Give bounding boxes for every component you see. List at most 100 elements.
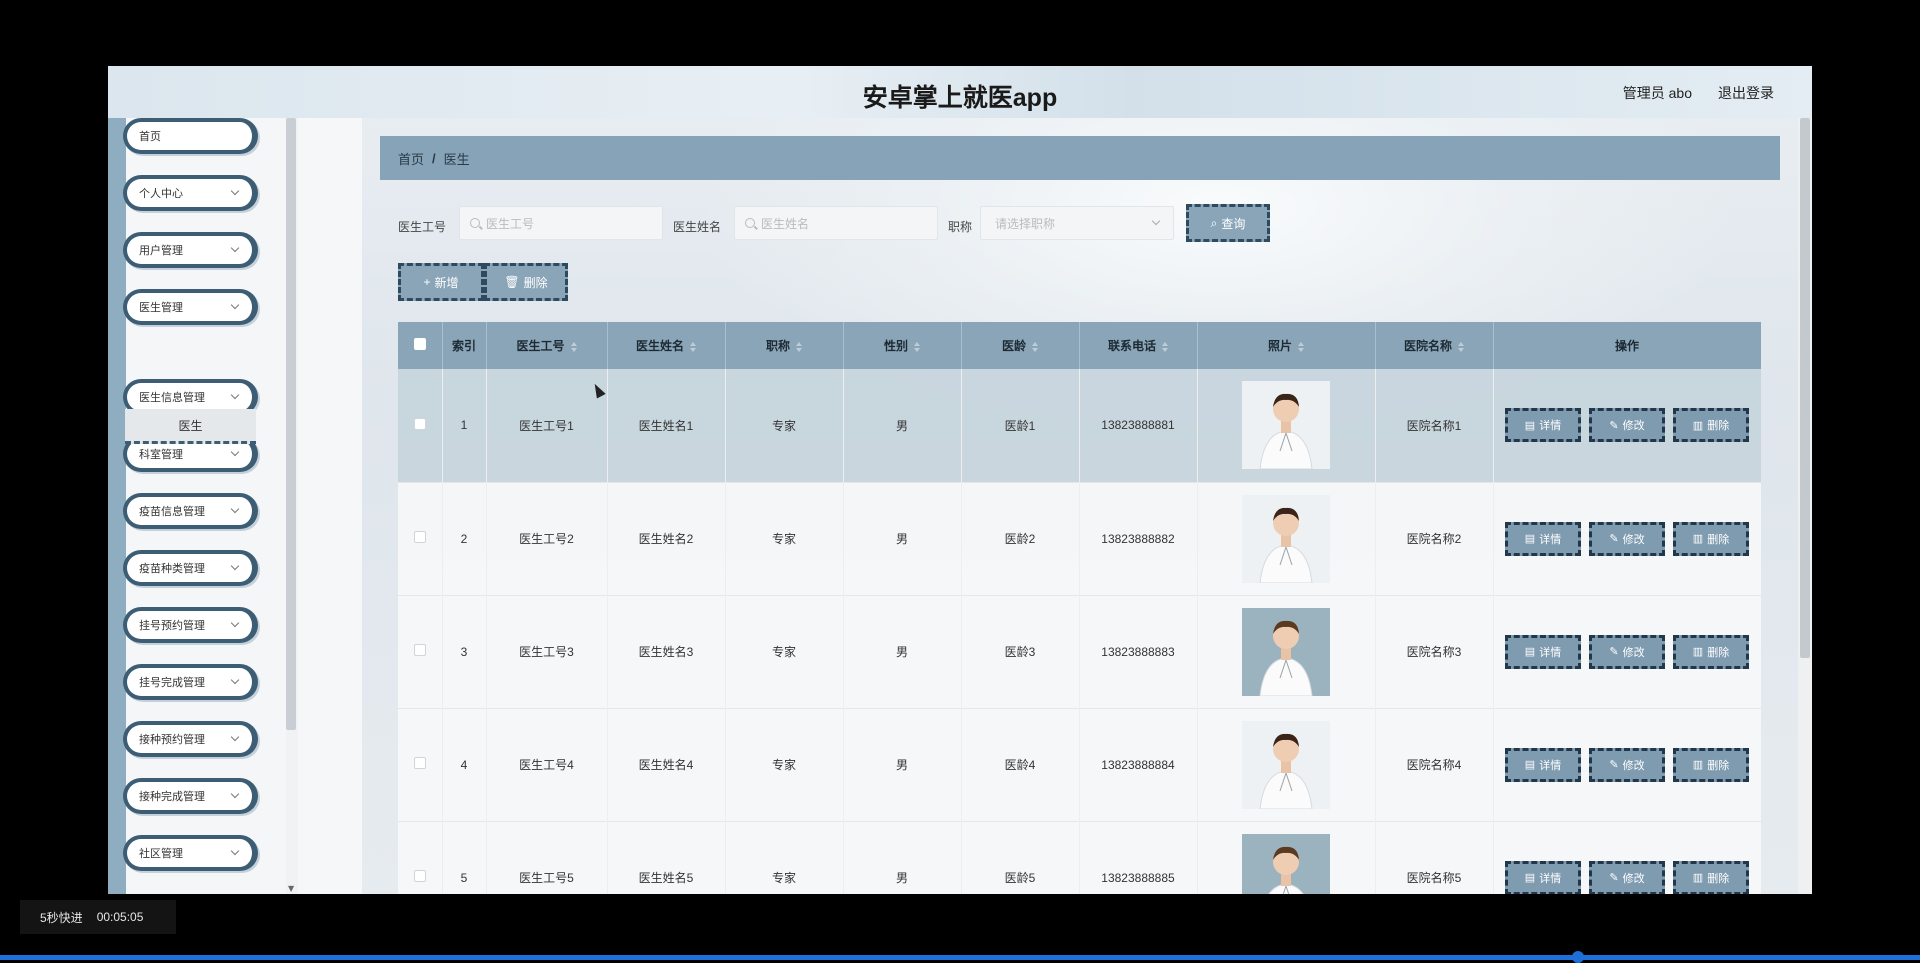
detail-button[interactable]: ▤ 详情 (1505, 521, 1581, 556)
phone-cell: 13823888885 (1079, 821, 1198, 894)
delete-button[interactable]: ▥ 删除 (1673, 408, 1749, 443)
doctor-photo[interactable] (1242, 833, 1330, 894)
content-gutter (298, 118, 362, 894)
column-header[interactable]: 照片 (1197, 322, 1376, 369)
detail-button[interactable]: ▤ 详情 (1505, 408, 1581, 443)
add-button[interactable]: + 新增 (398, 263, 484, 301)
title-cell: 专家 (725, 482, 844, 595)
current-user: 管理员 abo (1622, 85, 1692, 101)
edit-button[interactable]: ✎ 修改 (1589, 747, 1665, 782)
row-checkbox[interactable] (413, 417, 426, 430)
main-scrollbar-thumb[interactable] (1800, 118, 1810, 658)
delete-button[interactable]: ▥ 删除 (1673, 634, 1749, 669)
sidebar-subitem-doctor[interactable]: 医生 (125, 409, 256, 444)
doctor-code-cell: 医生工号3 (486, 595, 608, 708)
row-checkbox[interactable] (413, 757, 426, 769)
search-icon (745, 218, 755, 228)
phone-cell: 13823888883 (1079, 595, 1198, 708)
hospital-cell: 医院名称3 (1375, 595, 1494, 708)
select-all-checkbox[interactable] (413, 338, 426, 350)
sidebar-item[interactable]: 用户管理 (123, 232, 258, 268)
sidebar-item[interactable]: 挂号完成管理 (123, 664, 258, 700)
query-button[interactable]: ⌕ 查询 (1186, 204, 1270, 242)
row-checkbox[interactable] (413, 531, 426, 543)
edit-button[interactable]: ✎ 修改 (1589, 521, 1665, 556)
column-header[interactable]: 医生姓名 (607, 322, 726, 369)
doctor-photo[interactable] (1242, 607, 1330, 696)
doctor-code-input[interactable]: 医生工号 (459, 206, 663, 240)
row-checkbox[interactable] (413, 870, 426, 882)
title-select[interactable]: 请选择职称 (980, 206, 1174, 240)
delete-button[interactable]: ▥ 删除 (1673, 860, 1749, 894)
column-header[interactable]: 医院名称 (1375, 322, 1494, 369)
sidebar-item[interactable]: 首页 (123, 118, 258, 154)
video-progress-bar[interactable] (0, 955, 1920, 960)
sidebar-item[interactable]: 接种预约管理 (123, 721, 258, 757)
column-header[interactable]: 联系电话 (1079, 322, 1198, 369)
sort-icon[interactable] (796, 341, 802, 352)
row-select-cell (398, 482, 443, 595)
detail-button-label: 详情 (1539, 646, 1562, 659)
table-row[interactable]: 1 医生工号1 医生姓名1 专家男医龄1 13823888881 医院名称1 ▤ 详情 ✎ 修改 ▥… (398, 369, 1761, 482)
scroll-down-arrow-icon[interactable]: ▼ (288, 884, 294, 893)
sidebar-item[interactable]: 疫苗种类管理 (123, 550, 258, 586)
edit-button[interactable]: ✎ 修改 (1589, 408, 1665, 443)
sidebar-scrollbar-thumb[interactable] (286, 118, 296, 730)
column-header[interactable]: 医生工号 (486, 322, 608, 369)
sidebar-item[interactable]: 挂号预约管理 (123, 607, 258, 643)
edit-button[interactable]: ✎ 修改 (1589, 860, 1665, 894)
detail-button[interactable]: ▤ 详情 (1505, 860, 1581, 894)
delete-button[interactable]: ▥ 删除 (1673, 521, 1749, 556)
doctor-photo[interactable] (1242, 720, 1330, 809)
doctor-name-placeholder: 医生姓名 (761, 216, 810, 231)
sort-icon[interactable] (1458, 341, 1464, 352)
doctor-name-input[interactable]: 医生姓名 (734, 206, 938, 240)
video-progress-handle[interactable] (1572, 951, 1584, 963)
sidebar-item[interactable]: 接种完成管理 (123, 778, 258, 814)
row-select-cell (398, 595, 443, 708)
table-row[interactable]: 2 医生工号2 医生姓名2 专家男医龄2 13823888882 医院名称2 ▤ 详情 ✎ 修改 ▥… (398, 482, 1761, 595)
table-row[interactable]: 4 医生工号4 医生姓名4 专家男医龄4 13823888884 医院名称4 ▤ 详情 ✎ 修改 ▥… (398, 708, 1761, 821)
operations-cell: ▤ 详情 ✎ 修改 ▥ 删除 (1493, 821, 1761, 894)
sort-icon[interactable] (1162, 341, 1168, 352)
age-cell: 医龄5 (961, 821, 1080, 894)
sort-icon[interactable] (1032, 341, 1038, 352)
sidebar-item[interactable]: 疫苗信息管理 (123, 493, 258, 529)
column-header[interactable]: 医龄 (961, 322, 1080, 369)
chevron-down-icon (230, 675, 240, 685)
sort-icon[interactable] (1298, 341, 1304, 352)
table-row[interactable]: 3 医生工号3 医生姓名3 专家男医龄3 13823888883 医院名称3 ▤ 详情 ✎ 修改 ▥… (398, 595, 1761, 708)
doctor-code-cell: 医生工号5 (486, 821, 608, 894)
doctor-photo[interactable] (1242, 381, 1330, 470)
edit-button-label: 修改 (1622, 420, 1645, 433)
sort-icon[interactable] (690, 341, 696, 352)
detail-button[interactable]: ▤ 详情 (1505, 747, 1581, 782)
breadcrumb-home[interactable]: 首页 (398, 149, 424, 168)
doctor-photo[interactable] (1242, 494, 1330, 583)
logout-link[interactable]: 退出登录 (1718, 83, 1774, 103)
column-header[interactable]: 职称 (725, 322, 844, 369)
column-header: 索引 (442, 322, 487, 369)
sidebar-item[interactable]: 医生管理 (123, 289, 258, 325)
row-checkbox[interactable] (413, 644, 426, 656)
column-header[interactable]: 性别 (843, 322, 962, 369)
delete-button[interactable]: ▥ 删除 (1673, 747, 1749, 782)
skip-label[interactable]: 5秒快进 (40, 909, 83, 926)
row-select-cell (398, 369, 443, 482)
detail-button[interactable]: ▤ 详情 (1505, 634, 1581, 669)
gender-cell: 男 (843, 821, 962, 894)
batch-delete-button[interactable]: 🗑 删除 (484, 263, 568, 301)
document-icon: ▤ (1524, 419, 1536, 432)
photo-cell (1197, 595, 1376, 708)
sidebar-item[interactable]: 个人中心 (123, 175, 258, 211)
sort-icon[interactable] (570, 341, 577, 352)
detail-button-label: 详情 (1539, 420, 1562, 433)
document-icon: ▤ (1524, 646, 1536, 658)
edit-button[interactable]: ✎ 修改 (1589, 634, 1665, 669)
photo-cell (1197, 369, 1376, 482)
sidebar-item[interactable]: 社区管理 (123, 835, 258, 871)
sort-icon[interactable] (914, 341, 920, 352)
table-row[interactable]: 5 医生工号5 医生姓名5 专家男医龄5 13823888885 医院名称5 ▤ 详情 ✎ 修改 ▥… (398, 821, 1761, 894)
document-icon: ▤ (1524, 759, 1536, 771)
pencil-icon: ✎ (1609, 419, 1619, 432)
